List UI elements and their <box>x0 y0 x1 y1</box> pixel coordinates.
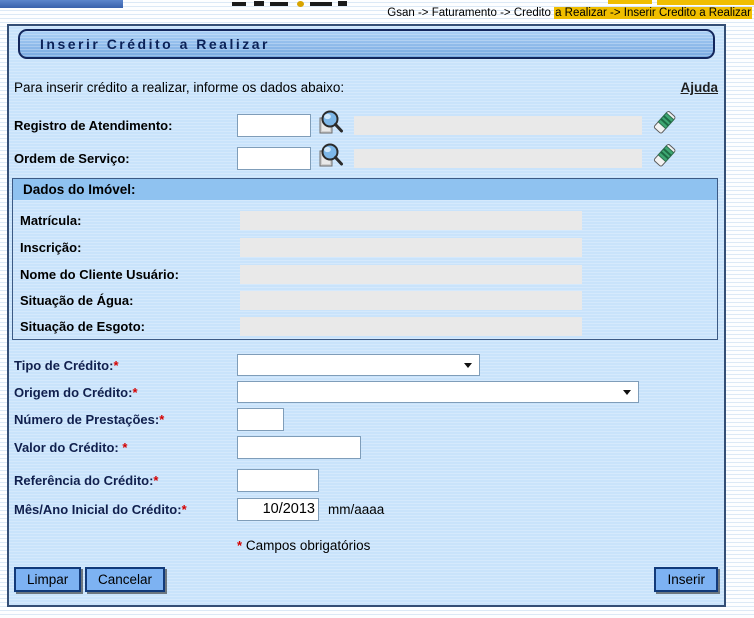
situacao-agua-row: Situação de Água: <box>20 289 717 311</box>
cropped-header-glyph <box>254 1 264 6</box>
main-panel: Inserir Crédito a Realizar Para inserir … <box>7 24 726 607</box>
ordem-servico-display <box>354 149 642 168</box>
valor-credito-label: Valor do Crédito: * <box>14 440 237 455</box>
ordem-servico-input[interactable] <box>237 147 311 170</box>
origem-credito-label: Origem do Crédito:* <box>14 385 237 400</box>
situacao-esgoto-label: Situação de Esgoto: <box>20 319 240 334</box>
inscricao-value <box>240 238 582 257</box>
situacao-esgoto-value <box>240 317 582 336</box>
situacao-agua-label: Situação de Água: <box>20 293 240 308</box>
cropped-highlight-sliver <box>657 0 754 5</box>
required-asterisk: * <box>153 473 158 488</box>
tipo-credito-select[interactable] <box>237 354 480 376</box>
page-title-bar: Inserir Crédito a Realizar <box>18 29 715 59</box>
cropped-header-dot <box>297 1 304 7</box>
nome-cliente-row: Nome do Cliente Usuário: <box>20 263 717 285</box>
cropped-header-glyph <box>270 2 288 6</box>
cropped-header-bar <box>0 0 123 8</box>
intro-text: Para inserir crédito a realizar, informe… <box>14 80 344 95</box>
dados-imovel-header: Dados do Imóvel: <box>13 179 717 200</box>
registro-atendimento-label: Registro de Atendimento: <box>14 118 237 133</box>
mes-ano-credito-label: Mês/Ano Inicial do Crédito:* <box>14 502 237 517</box>
required-asterisk: * <box>132 385 137 400</box>
ordem-servico-label: Ordem de Serviço: <box>14 151 237 166</box>
required-fields-note: * Campos obrigatórios <box>237 538 370 553</box>
numero-prestacoes-input[interactable] <box>237 408 284 431</box>
gsan-page: Gsan -> Faturamento -> Credito a Realiza… <box>0 0 754 618</box>
dados-imovel-section: Dados do Imóvel: Matrícula: Inscrição: N… <box>12 178 718 340</box>
numero-prestacoes-label: Número de Prestações:* <box>14 412 237 427</box>
mes-ano-credito-row: Mês/Ano Inicial do Crédito:* mm/aaaa <box>14 496 724 522</box>
registro-atendimento-row: Registro de Atendimento: <box>14 112 724 138</box>
referencia-credito-label: Referência do Crédito:* <box>14 473 237 488</box>
numero-prestacoes-row: Número de Prestações:* <box>14 406 724 432</box>
registro-atendimento-display <box>354 116 642 135</box>
cropped-header-glyph <box>338 1 347 6</box>
matricula-label: Matrícula: <box>20 213 240 228</box>
ordem-servico-row: Ordem de Serviço: <box>14 145 724 171</box>
page-title: Inserir Crédito a Realizar <box>40 36 270 52</box>
valor-credito-row: Valor do Crédito: * <box>14 434 724 460</box>
referencia-credito-input[interactable] <box>237 469 319 492</box>
eraser-icon[interactable] <box>651 143 677 174</box>
nome-cliente-value <box>240 265 582 284</box>
nome-cliente-label: Nome do Cliente Usuário: <box>20 267 240 282</box>
breadcrumb-highlighted: a Realizar -> Inserir Credito a Realizar <box>554 7 752 19</box>
tipo-credito-label-text: Tipo de Crédito: <box>14 358 113 373</box>
required-asterisk: * <box>182 502 187 517</box>
referencia-credito-label-text: Referência do Crédito: <box>14 473 153 488</box>
origem-credito-select[interactable] <box>237 381 639 403</box>
required-asterisk: * <box>122 440 127 455</box>
origem-credito-row: Origem do Crédito:* <box>14 379 724 405</box>
help-link[interactable]: Ajuda <box>680 80 718 95</box>
matricula-row: Matrícula: <box>20 209 717 231</box>
date-format-hint: mm/aaaa <box>328 502 384 517</box>
matricula-value <box>240 211 582 230</box>
valor-credito-label-text: Valor do Crédito: <box>14 440 122 455</box>
required-fields-note-text: Campos obrigatórios <box>242 538 370 553</box>
eraser-icon[interactable] <box>651 110 677 141</box>
cropped-header-glyph <box>232 2 246 6</box>
inscricao-row: Inscrição: <box>20 236 717 258</box>
mes-ano-credito-input[interactable] <box>237 498 319 521</box>
required-asterisk: * <box>159 412 164 427</box>
numero-prestacoes-label-text: Número de Prestações: <box>14 412 159 427</box>
required-asterisk: * <box>113 358 118 373</box>
limpar-button[interactable]: Limpar <box>14 567 81 592</box>
cropped-header-glyph <box>310 2 332 6</box>
situacao-esgoto-row: Situação de Esgoto: <box>20 315 717 337</box>
chevron-down-icon <box>464 363 472 368</box>
search-icon[interactable] <box>317 109 344 141</box>
cancelar-button[interactable]: Cancelar <box>85 567 165 592</box>
inscricao-label: Inscrição: <box>20 240 240 255</box>
search-icon[interactable] <box>317 142 344 174</box>
situacao-agua-value <box>240 291 582 310</box>
tipo-credito-label: Tipo de Crédito:* <box>14 358 237 373</box>
tipo-credito-row: Tipo de Crédito:* <box>14 352 724 378</box>
mes-ano-credito-label-text: Mês/Ano Inicial do Crédito: <box>14 502 182 517</box>
valor-credito-input[interactable] <box>237 436 361 459</box>
breadcrumb-plain: Gsan -> Faturamento -> Credito <box>387 7 554 19</box>
origem-credito-label-text: Origem do Crédito: <box>14 385 132 400</box>
inserir-button[interactable]: Inserir <box>654 567 718 592</box>
cropped-highlight-sliver <box>608 0 652 4</box>
registro-atendimento-input[interactable] <box>237 114 311 137</box>
breadcrumb: Gsan -> Faturamento -> Credito a Realiza… <box>387 7 752 19</box>
referencia-credito-row: Referência do Crédito:* <box>14 467 724 493</box>
chevron-down-icon <box>623 390 631 395</box>
intro-row: Para inserir crédito a realizar, informe… <box>14 80 718 95</box>
